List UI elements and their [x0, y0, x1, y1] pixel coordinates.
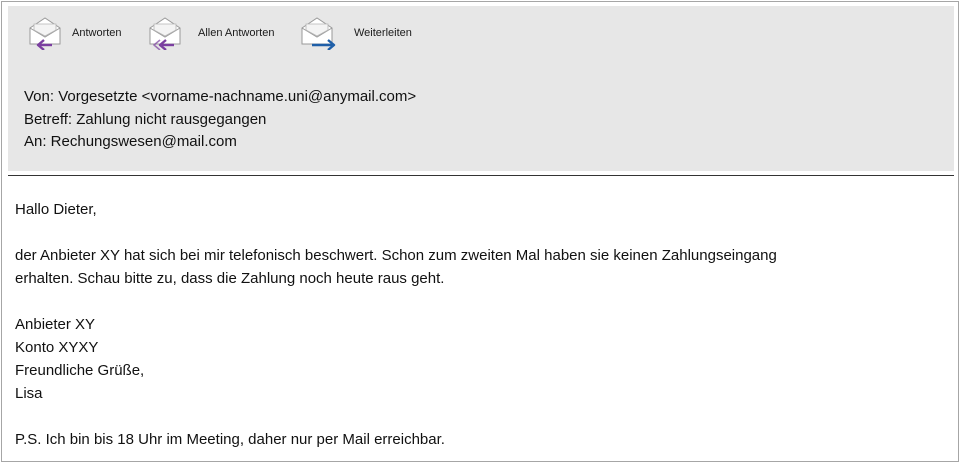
from-field: Von: Vorgesetzte <vorname-nachname.uni@a… — [24, 88, 417, 105]
account-line: Konto XYXY — [15, 339, 99, 356]
vendor-line: Anbieter XY — [15, 316, 96, 333]
email-window: Antworten Allen Antworten Weiterleiten V… — [1, 1, 959, 462]
paragraph-line: der Anbieter XY hat sich bei mir telefon… — [15, 247, 777, 264]
closing-line: Freundliche Grüße, — [15, 362, 145, 379]
forward-button[interactable]: Weiterleiten — [298, 12, 412, 52]
to-field: An: Rechungswesen@mail.com — [24, 133, 237, 150]
reply-envelope-icon — [26, 14, 64, 50]
forward-label: Weiterleiten — [354, 27, 412, 39]
reply-all-button[interactable]: Allen Antworten — [146, 12, 274, 52]
greeting: Hallo Dieter, — [15, 201, 97, 218]
reply-all-envelope-icon — [146, 14, 184, 50]
header-divider — [8, 175, 954, 176]
reply-button[interactable]: Antworten — [26, 12, 122, 52]
email-meta: Von: Vorgesetzte <vorname-nachname.uni@a… — [24, 86, 416, 154]
email-toolbar: Antworten Allen Antworten Weiterleiten — [8, 6, 954, 66]
reply-all-label: Allen Antworten — [198, 27, 275, 39]
subject-field: Betreff: Zahlung nicht rausgegangen — [24, 110, 267, 128]
signature-line: Lisa — [15, 385, 43, 402]
reply-label: Antworten — [72, 27, 122, 39]
paragraph-line: erhalten. Schau bitte zu, dass die Zahlu… — [15, 270, 445, 287]
email-body: Hallo Dieter, der Anbieter XY hat sich b… — [15, 198, 945, 451]
postscript-line: P.S. Ich bin bis 18 Uhr im Meeting, dahe… — [15, 431, 445, 448]
forward-envelope-icon — [298, 14, 340, 50]
email-header: Antworten Allen Antworten Weiterleiten V… — [8, 6, 954, 171]
